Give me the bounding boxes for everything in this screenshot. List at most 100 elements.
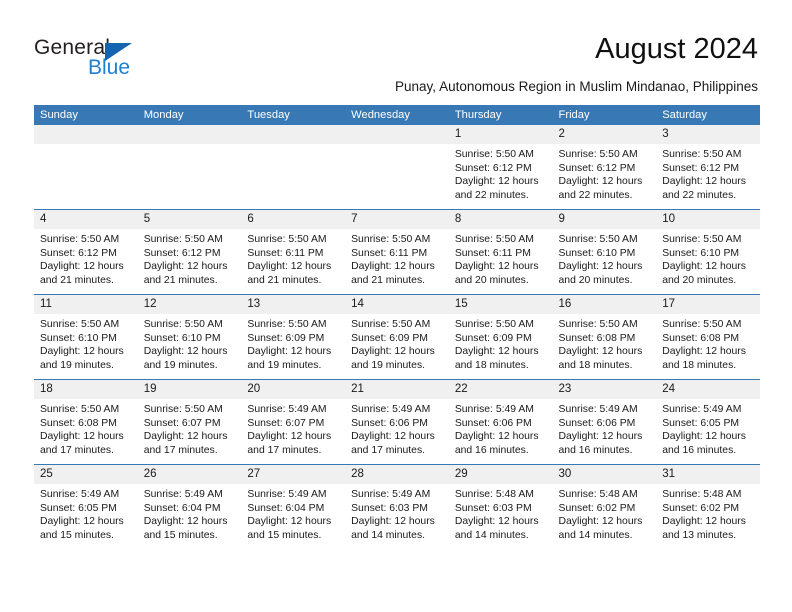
sunset-text: Sunset: 6:09 PM xyxy=(247,332,325,344)
daylight-text: Daylight: 12 hours xyxy=(454,346,539,358)
daylight-text: Daylight: 12 hours xyxy=(454,261,539,273)
sunrise-text: Sunrise: 5:50 AM xyxy=(40,234,120,245)
day-detail-lines: Sunrise: 5:50 AM Sunset: 6:12 PM Daylight:… xyxy=(656,144,760,202)
calendar-day-cell[interactable]: 29 Sunrise: 5:48 AM Sunset: 6:03 PM Dayligh… xyxy=(448,464,553,549)
daylight-text: Daylight: 12 hours xyxy=(40,261,124,273)
calendar-day-cell[interactable]: 13 Sunrise: 5:50 AM Sunset: 6:09 PM Dayligh… xyxy=(241,294,346,380)
calendar-day-cell[interactable]: 23 Sunrise: 5:49 AM Sunset: 6:06 PM Dayligh… xyxy=(552,379,657,465)
daylight-text: Daylight: 12 hours xyxy=(143,431,228,443)
calendar-day-cell-empty xyxy=(241,125,346,210)
calendar-day-cell[interactable]: 4 Sunrise: 5:50 AM Sunset: 6:12 PM Daylight… xyxy=(34,209,138,295)
calendar-week-row: 4 Sunrise: 5:50 AM Sunset: 6:12 PM Daylight… xyxy=(34,209,760,295)
day-number: 18 xyxy=(34,380,138,399)
sunrise-text: Sunrise: 5:50 AM xyxy=(247,234,327,245)
day-detail-lines: Sunrise: 5:49 AM Sunset: 6:07 PM Daylight:… xyxy=(241,399,345,457)
calendar-day-cell[interactable]: 10 Sunrise: 5:50 AM Sunset: 6:10 PM Dayligh… xyxy=(656,209,760,295)
sunset-text: Sunset: 6:11 PM xyxy=(454,247,531,259)
day-number: 6 xyxy=(241,210,346,229)
sunset-text: Sunset: 6:10 PM xyxy=(40,332,117,344)
calendar-day-cell[interactable]: 31 Sunrise: 5:48 AM Sunset: 6:02 PM Dayligh… xyxy=(656,464,760,549)
sunset-text: Sunset: 6:08 PM xyxy=(40,417,117,429)
daylight-text: Daylight: 12 hours xyxy=(351,346,435,358)
calendar-day-cell[interactable]: 2 Sunrise: 5:50 AM Sunset: 6:12 PM Daylight… xyxy=(552,125,657,210)
calendar-day-cell[interactable]: 12 Sunrise: 5:50 AM Sunset: 6:10 PM Dayligh… xyxy=(137,294,242,380)
sunset-text: Sunset: 6:06 PM xyxy=(558,417,636,429)
daylight-text: Daylight: 12 hours xyxy=(662,176,746,188)
calendar-day-cell[interactable]: 27 Sunrise: 5:49 AM Sunset: 6:04 PM Dayligh… xyxy=(241,464,346,549)
calendar-day-cell[interactable]: 25 Sunrise: 5:49 AM Sunset: 6:05 PM Dayligh… xyxy=(34,464,138,549)
sunset-text: Sunset: 6:10 PM xyxy=(143,332,221,344)
calendar-day-cell[interactable]: 3 Sunrise: 5:50 AM Sunset: 6:12 PM Daylight… xyxy=(656,125,760,210)
sunset-text: Sunset: 6:03 PM xyxy=(454,502,532,514)
day-number: 23 xyxy=(552,380,657,399)
day-number: 12 xyxy=(137,295,242,314)
calendar-day-cell[interactable]: 16 Sunrise: 5:50 AM Sunset: 6:08 PM Dayligh… xyxy=(552,294,657,380)
daylight-text: and 17 minutes. xyxy=(143,444,218,456)
daylight-text: Daylight: 12 hours xyxy=(454,431,539,443)
daylight-text: and 18 minutes. xyxy=(454,359,529,371)
weekday-header-saturday: Saturday xyxy=(656,105,760,125)
location-subtitle: Punay, Autonomous Region in Muslim Minda… xyxy=(395,79,758,94)
daylight-text: and 15 minutes. xyxy=(40,529,114,541)
day-detail-lines: Sunrise: 5:49 AM Sunset: 6:06 PM Daylight:… xyxy=(345,399,449,457)
calendar-day-cell[interactable]: 11 Sunrise: 5:50 AM Sunset: 6:10 PM Dayligh… xyxy=(34,294,138,380)
calendar-day-cell[interactable]: 22 Sunrise: 5:49 AM Sunset: 6:06 PM Dayligh… xyxy=(448,379,553,465)
day-number: 8 xyxy=(448,210,553,229)
daylight-text: and 19 minutes. xyxy=(143,359,218,371)
calendar-day-cell[interactable]: 9 Sunrise: 5:50 AM Sunset: 6:10 PM Daylight… xyxy=(552,209,657,295)
day-detail-lines: Sunrise: 5:50 AM Sunset: 6:11 PM Daylight:… xyxy=(449,229,553,287)
calendar-day-cell[interactable]: 15 Sunrise: 5:50 AM Sunset: 6:09 PM Dayligh… xyxy=(448,294,553,380)
day-detail-lines: Sunrise: 5:50 AM Sunset: 6:12 PM Daylight:… xyxy=(449,144,553,202)
day-detail-lines: Sunrise: 5:50 AM Sunset: 6:10 PM Daylight:… xyxy=(553,229,657,287)
calendar-day-cell[interactable]: 14 Sunrise: 5:50 AM Sunset: 6:09 PM Dayligh… xyxy=(345,294,449,380)
daylight-text: and 19 minutes. xyxy=(247,359,322,371)
calendar-day-cell[interactable]: 7 Sunrise: 5:50 AM Sunset: 6:11 PM Daylight… xyxy=(345,209,449,295)
day-number: 21 xyxy=(345,380,449,399)
calendar-day-cell[interactable]: 21 Sunrise: 5:49 AM Sunset: 6:06 PM Dayligh… xyxy=(345,379,449,465)
daylight-text: Daylight: 12 hours xyxy=(558,346,643,358)
sunrise-text: Sunrise: 5:50 AM xyxy=(662,234,742,245)
sunrise-text: Sunrise: 5:50 AM xyxy=(558,319,638,330)
daylight-text: Daylight: 12 hours xyxy=(143,346,228,358)
day-number: 20 xyxy=(241,380,346,399)
calendar-day-cell[interactable]: 24 Sunrise: 5:49 AM Sunset: 6:05 PM Dayligh… xyxy=(656,379,760,465)
day-number: 16 xyxy=(552,295,657,314)
calendar-day-cell[interactable]: 6 Sunrise: 5:50 AM Sunset: 6:11 PM Daylight… xyxy=(241,209,346,295)
calendar-day-cell[interactable]: 8 Sunrise: 5:50 AM Sunset: 6:11 PM Daylight… xyxy=(448,209,553,295)
day-detail-lines: Sunrise: 5:48 AM Sunset: 6:02 PM Daylight:… xyxy=(553,484,657,542)
day-detail-lines: Sunrise: 5:50 AM Sunset: 6:11 PM Daylight:… xyxy=(345,229,449,287)
weekday-header-thursday: Thursday xyxy=(448,105,553,125)
day-detail-lines: Sunrise: 5:49 AM Sunset: 6:05 PM Daylight:… xyxy=(34,484,138,542)
day-number: 9 xyxy=(552,210,657,229)
calendar-day-cell[interactable]: 30 Sunrise: 5:48 AM Sunset: 6:02 PM Dayligh… xyxy=(552,464,657,549)
sunset-text: Sunset: 6:11 PM xyxy=(351,247,428,259)
calendar-week-row: 11 Sunrise: 5:50 AM Sunset: 6:10 PM Dayligh… xyxy=(34,294,760,380)
day-number: 30 xyxy=(552,465,657,484)
calendar-head: Sunday Monday Tuesday Wednesday Thursday Frid… xyxy=(34,105,760,125)
day-detail-lines: Sunrise: 5:49 AM Sunset: 6:06 PM Daylight:… xyxy=(553,399,657,457)
calendar-day-cell[interactable]: 26 Sunrise: 5:49 AM Sunset: 6:04 PM Dayligh… xyxy=(137,464,242,549)
weekday-header-friday: Friday xyxy=(552,105,657,125)
calendar-day-cell[interactable]: 19 Sunrise: 5:50 AM Sunset: 6:07 PM Dayligh… xyxy=(137,379,242,465)
sunset-text: Sunset: 6:04 PM xyxy=(247,502,325,514)
calendar-day-cell[interactable]: 1 Sunrise: 5:50 AM Sunset: 6:12 PM Daylight… xyxy=(448,125,553,210)
sunset-text: Sunset: 6:11 PM xyxy=(247,247,324,259)
page-header: General Blue August 2024 Punay, Autonomo… xyxy=(0,0,792,100)
sunrise-text: Sunrise: 5:50 AM xyxy=(351,234,431,245)
daylight-text: and 14 minutes. xyxy=(351,529,426,541)
day-number: 26 xyxy=(137,465,242,484)
calendar-day-cell[interactable]: 5 Sunrise: 5:50 AM Sunset: 6:12 PM Daylight… xyxy=(137,209,242,295)
calendar-day-cell[interactable]: 20 Sunrise: 5:49 AM Sunset: 6:07 PM Dayligh… xyxy=(241,379,346,465)
sunset-text: Sunset: 6:06 PM xyxy=(351,417,428,429)
calendar-day-cell[interactable]: 18 Sunrise: 5:50 AM Sunset: 6:08 PM Dayligh… xyxy=(34,379,138,465)
day-detail-lines: Sunrise: 5:49 AM Sunset: 6:06 PM Daylight:… xyxy=(449,399,553,457)
daylight-text: Daylight: 12 hours xyxy=(247,261,332,273)
calendar-day-cell[interactable]: 17 Sunrise: 5:50 AM Sunset: 6:08 PM Dayligh… xyxy=(656,294,760,380)
sunrise-text: Sunrise: 5:49 AM xyxy=(351,404,431,415)
calendar-day-cell[interactable]: 28 Sunrise: 5:49 AM Sunset: 6:03 PM Dayligh… xyxy=(345,464,449,549)
sunset-text: Sunset: 6:05 PM xyxy=(40,502,117,514)
day-detail-lines: Sunrise: 5:50 AM Sunset: 6:10 PM Daylight:… xyxy=(656,229,760,287)
daylight-text: and 15 minutes. xyxy=(247,529,322,541)
general-blue-logo[interactable]: General Blue xyxy=(34,36,214,82)
daylight-text: Daylight: 12 hours xyxy=(454,516,539,528)
